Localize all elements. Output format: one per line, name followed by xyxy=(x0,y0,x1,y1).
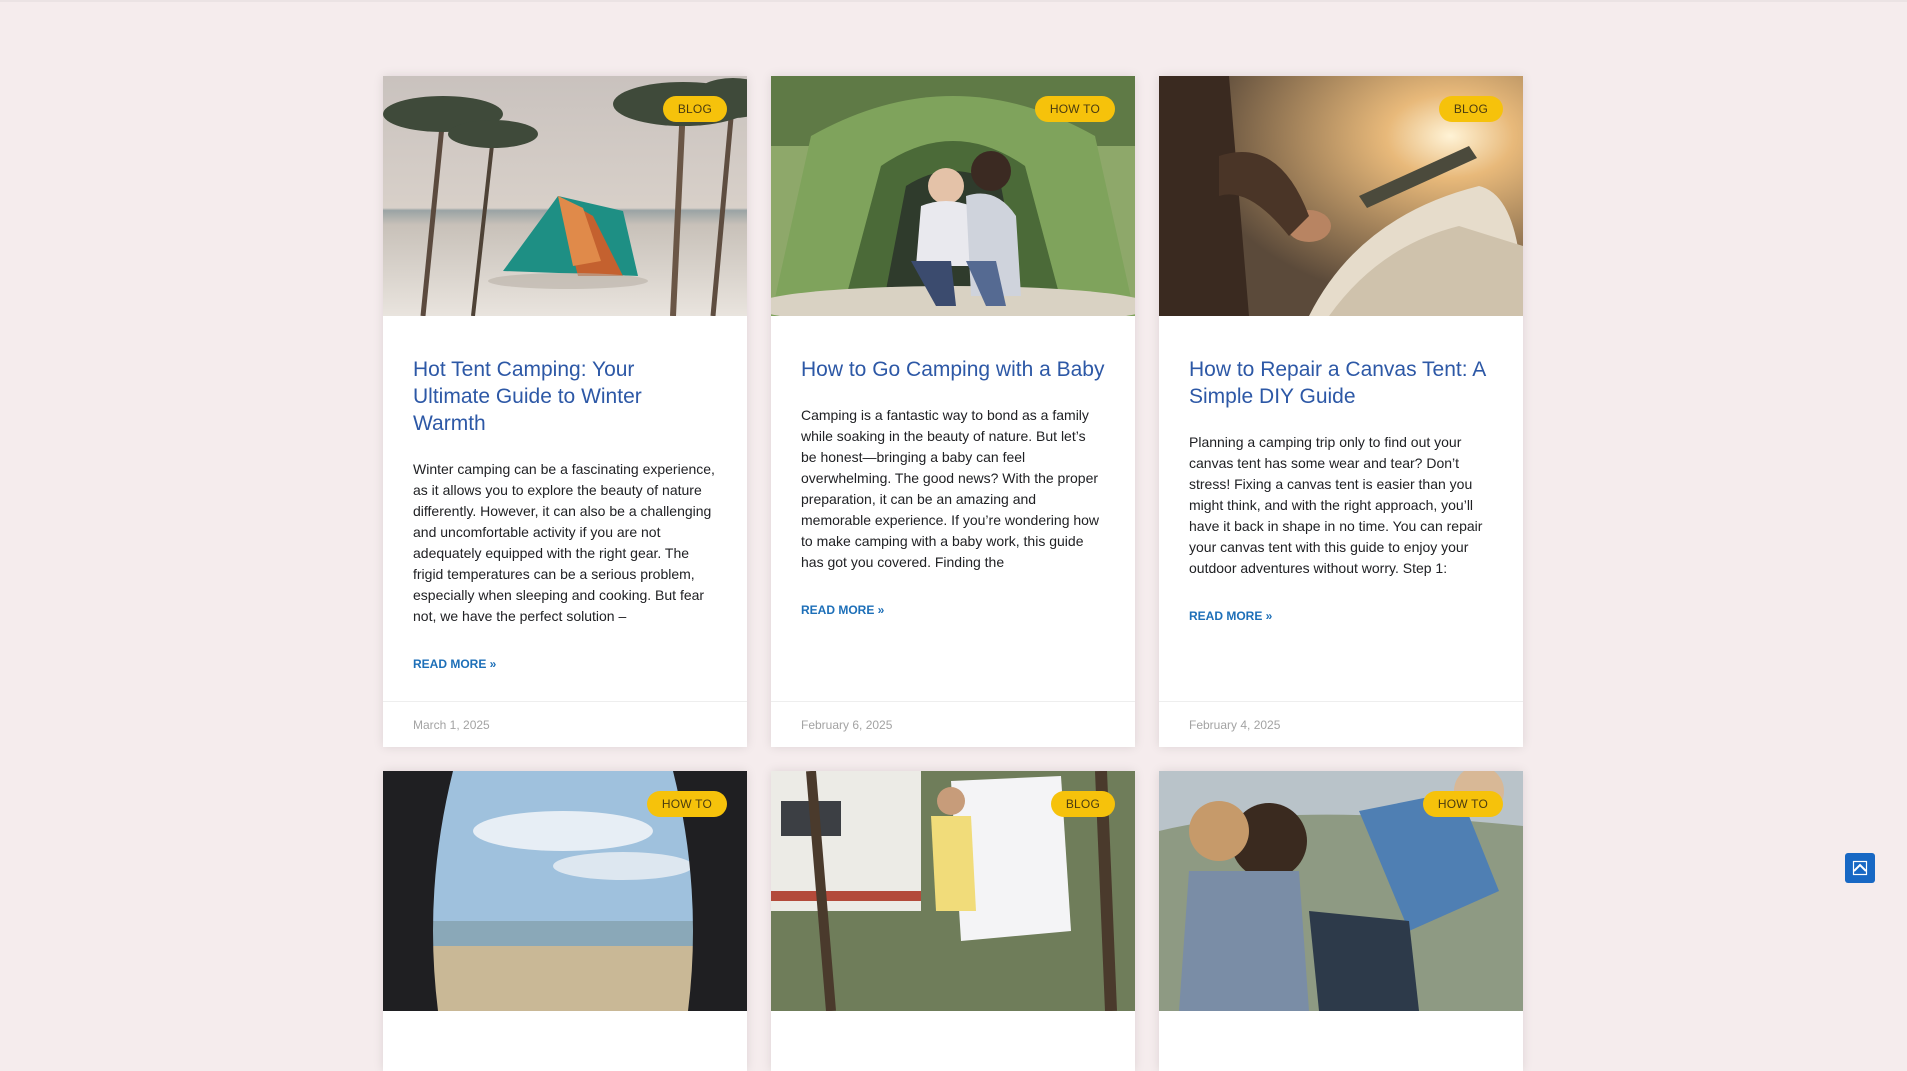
category-badge[interactable]: HOW TO xyxy=(1422,791,1503,817)
post-grid: BLOG Hot Tent Camping: Your Ultimate Gui… xyxy=(383,76,1523,1071)
post-excerpt: Planning a camping trip only to find out… xyxy=(1189,434,1483,576)
post-excerpt: Camping is a fantastic way to bond as a … xyxy=(801,407,1100,570)
post-thumbnail[interactable]: HOW TO xyxy=(383,771,747,1011)
post-card: BLOG Hot Tent Camping: Your Ultimate Gui… xyxy=(383,76,747,747)
category-badge[interactable]: HOW TO xyxy=(646,791,727,817)
header-divider xyxy=(0,0,1907,2)
back-to-top-button[interactable] xyxy=(1845,853,1875,883)
chevron-up-icon xyxy=(1852,860,1868,876)
post-body: How to Repair a Canvas Tent: A Simple DI… xyxy=(1159,316,1523,701)
category-badge[interactable]: HOW TO xyxy=(1034,96,1115,122)
category-badge[interactable]: BLOG xyxy=(1050,791,1115,817)
post-card: BLOG How to Repair a Canvas Tent: A Simp… xyxy=(1159,76,1523,747)
post-thumbnail[interactable]: BLOG xyxy=(771,771,1135,1011)
post-thumbnail[interactable]: HOW TO xyxy=(771,76,1135,316)
post-body: Hot Tent Camping: Your Ultimate Guide to… xyxy=(383,316,747,701)
post-thumbnail[interactable]: BLOG xyxy=(383,76,747,316)
category-badge[interactable]: BLOG xyxy=(1438,96,1503,122)
post-title[interactable]: Hot Tent Camping: Your Ultimate Guide to… xyxy=(413,356,717,437)
read-more-link[interactable]: READ MORE » xyxy=(413,657,496,671)
post-date: February 6, 2025 xyxy=(801,717,893,732)
post-thumbnail[interactable]: BLOG xyxy=(1159,76,1523,316)
post-card: BLOG xyxy=(771,771,1135,1071)
post-meta: February 4, 2025 xyxy=(1159,701,1523,747)
post-meta: March 1, 2025 xyxy=(383,701,747,747)
post-card: HOW TO xyxy=(1159,771,1523,1071)
post-date: March 1, 2025 xyxy=(413,717,490,732)
post-thumbnail[interactable]: HOW TO xyxy=(1159,771,1523,1011)
post-title[interactable]: How to Go Camping with a Baby xyxy=(801,356,1105,383)
post-excerpt: Winter camping can be a fascinating expe… xyxy=(413,461,715,624)
category-badge[interactable]: BLOG xyxy=(662,96,727,122)
post-date: February 4, 2025 xyxy=(1189,717,1281,732)
post-card: HOW TO How to Go Camping with a Baby Cam… xyxy=(771,76,1135,747)
post-meta: February 6, 2025 xyxy=(771,701,1135,747)
post-body: How to Go Camping with a Baby Camping is… xyxy=(771,316,1135,701)
post-title[interactable]: How to Repair a Canvas Tent: A Simple DI… xyxy=(1189,356,1493,410)
read-more-link[interactable]: READ MORE » xyxy=(1189,609,1272,623)
read-more-link[interactable]: READ MORE » xyxy=(801,603,884,617)
post-card: HOW TO xyxy=(383,771,747,1071)
